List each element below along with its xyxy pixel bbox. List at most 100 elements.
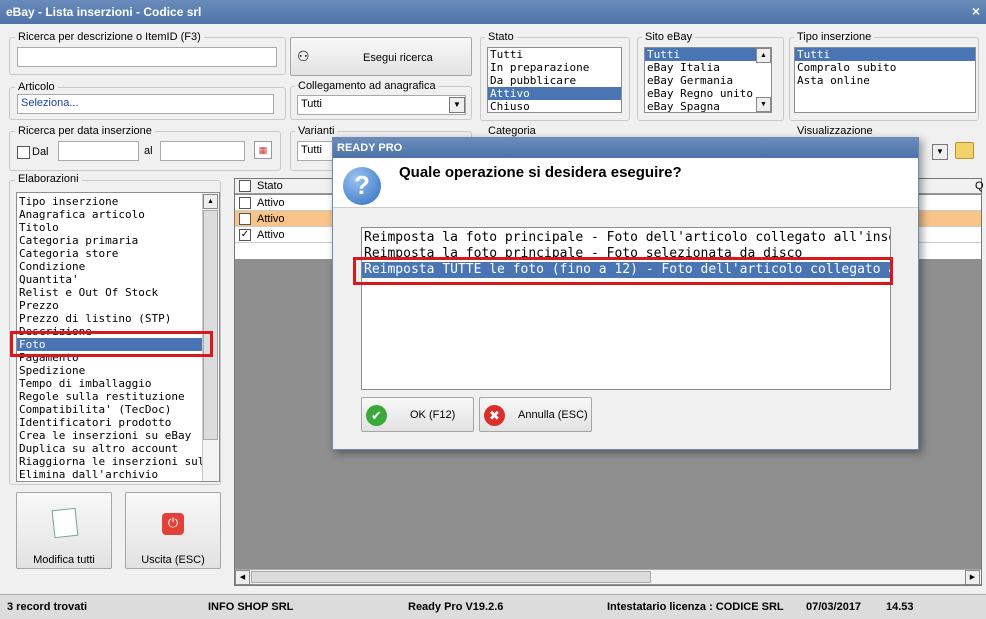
elab-item[interactable]: Compatibilita' (TecDoc) [17,403,219,416]
sito-list[interactable]: Tutti eBay Italia eBay Germania eBay Reg… [644,47,772,113]
elab-item[interactable]: Duplica su altro account [17,442,219,455]
calendar-icon[interactable]: ▦ [254,141,272,159]
hscroll-thumb[interactable] [251,571,651,583]
collegamento-select[interactable]: Tutti [297,95,466,115]
sito-item[interactable]: eBay Germania [645,74,771,87]
grid-hscrollbar[interactable]: ◀ ▶ [235,569,981,585]
close-icon: ✖ [484,405,505,426]
uscita-label: Uscita (ESC) [141,554,205,566]
al-field[interactable] [160,141,245,161]
tipo-item[interactable]: Asta online [795,74,975,87]
dal-checkbox[interactable] [17,146,30,159]
elab-item[interactable]: Titolo [17,221,219,234]
scroll-down-icon[interactable]: ▼ [756,97,771,112]
row-checkbox[interactable] [239,213,251,225]
tipo-label: Tipo inserzione [794,31,875,43]
sito-label: Sito eBay [642,31,696,43]
stato-label: Stato [485,31,517,43]
visualizzazione-label: Visualizzazione [794,125,876,137]
elab-item[interactable]: Tempo di imballaggio [17,377,219,390]
modifica-tutti-button[interactable]: Modifica tutti [16,492,112,569]
row-stato: Attivo [257,197,285,209]
elaborazioni-label: Elaborazioni [15,173,82,185]
elab-item[interactable]: Condizione [17,260,219,273]
power-icon: ⏻ [162,513,184,535]
stato-list[interactable]: Tutti In preparazione Da pubblicare Atti… [487,47,622,113]
dal-label: Dal [32,146,49,158]
select-all-checkbox[interactable] [239,180,251,192]
visualizzazione-dropdown-icon[interactable]: ▼ [932,144,948,160]
stato-item-selected[interactable]: Attivo [488,87,621,100]
dal-field[interactable] [58,141,139,161]
check-icon[interactable]: ✓ [239,229,251,241]
modifica-label: Modifica tutti [33,554,95,566]
search-button[interactable]: ⚇ Esegui ricerca [290,37,472,76]
tipo-list[interactable]: Tutti Compralo subito Asta online [794,47,976,113]
status-bar: 3 record trovati INFO SHOP SRL Ready Pro… [0,594,986,619]
tipo-item[interactable]: Compralo subito [795,61,975,74]
status-company: INFO SHOP SRL [208,601,294,613]
stato-item[interactable]: Da pubblicare [488,74,621,87]
row-checkbox[interactable] [239,197,251,209]
elab-item[interactable]: Spedizione [17,364,219,377]
ok-button[interactable]: ✔ OK (F12) [361,397,474,432]
stato-item[interactable]: Tutti [488,48,621,61]
elab-item[interactable]: Regole sulla restituzione [17,390,219,403]
dialog-titlebar: READY PRO [333,138,918,158]
dialog-option[interactable]: Reimposta la foto principale - Foto dell… [362,230,890,246]
elab-item[interactable]: Quantita' [17,273,219,286]
collegamento-label: Collegamento ad anagrafica [295,80,439,92]
articolo-field[interactable]: Seleziona... [17,94,274,114]
check-icon: ✔ [366,405,387,426]
search-input[interactable] [17,47,277,67]
elab-item[interactable]: Crea le inserzioni su eBay [17,429,219,442]
elab-item[interactable]: Elimina dall'archivio [17,468,219,481]
al-label: al [144,145,153,157]
dialog-header: ? Quale operazione si desidera eseguire? [333,158,918,208]
window-title: eBay - Lista inserzioni - Codice srl [6,5,202,19]
row-stato: Attivo [257,213,285,225]
window-titlebar: eBay - Lista inserzioni - Codice srl [0,0,986,24]
stato-item[interactable]: Chiuso [488,100,621,112]
varianti-value: Tutti [301,144,322,156]
col-q-header: Q [975,180,984,192]
elab-item[interactable]: Riaggiorna le inserzioni sull'arch [17,455,219,468]
search-label: Ricerca per descrizione o ItemID (F3) [15,31,204,43]
sito-item[interactable]: eBay Spagna [645,100,771,112]
row-stato: Attivo [257,229,285,241]
elab-scroll-thumb[interactable] [203,210,218,440]
scroll-left-icon[interactable]: ◀ [235,570,250,585]
stato-item[interactable]: In preparazione [488,61,621,74]
operation-dialog: READY PRO ? Quale operazione si desidera… [332,137,919,450]
sito-item[interactable]: eBay Regno unito [645,87,771,100]
chevron-down-icon[interactable]: ▼ [449,97,465,113]
elab-item[interactable]: Relist e Out Of Stock [17,286,219,299]
elab-item[interactable]: Anagrafica articolo [17,208,219,221]
elab-item[interactable]: Tipo inserzione [17,195,219,208]
scroll-up-icon[interactable]: ▲ [203,194,218,209]
elab-item[interactable]: Categoria store [17,247,219,260]
close-icon[interactable]: × [972,3,980,19]
dialog-options-list[interactable]: Reimposta la foto principale - Foto dell… [361,227,891,390]
collegamento-value: Tutti [301,98,322,110]
cancel-button[interactable]: ✖ Annulla (ESC) [479,397,592,432]
tipo-item-selected[interactable]: Tutti [795,48,975,61]
data-label: Ricerca per data inserzione [15,125,155,137]
status-time: 14.53 [886,601,914,613]
folder-icon[interactable] [955,142,974,159]
sito-item[interactable]: eBay Italia [645,61,771,74]
elab-item[interactable]: Prezzo di listino (STP) [17,312,219,325]
uscita-button[interactable]: ⏻ Uscita (ESC) [125,492,221,569]
elab-item[interactable]: Categoria primaria [17,234,219,247]
elab-item[interactable]: Identificatori prodotto [17,416,219,429]
dialog-question: Quale operazione si desidera eseguire? [399,164,682,181]
articolo-label: Articolo [15,81,58,93]
elab-item[interactable]: Prezzo [17,299,219,312]
status-version: Ready Pro V19.2.6 [408,601,504,613]
sito-item-selected[interactable]: Tutti [645,48,771,61]
scroll-up-icon[interactable]: ▲ [756,48,771,63]
scroll-right-icon[interactable]: ▶ [965,570,980,585]
col-stato-header: Stato [257,180,283,192]
question-icon: ? [343,167,381,205]
status-license: Intestatario licenza : CODICE SRL [607,601,784,613]
